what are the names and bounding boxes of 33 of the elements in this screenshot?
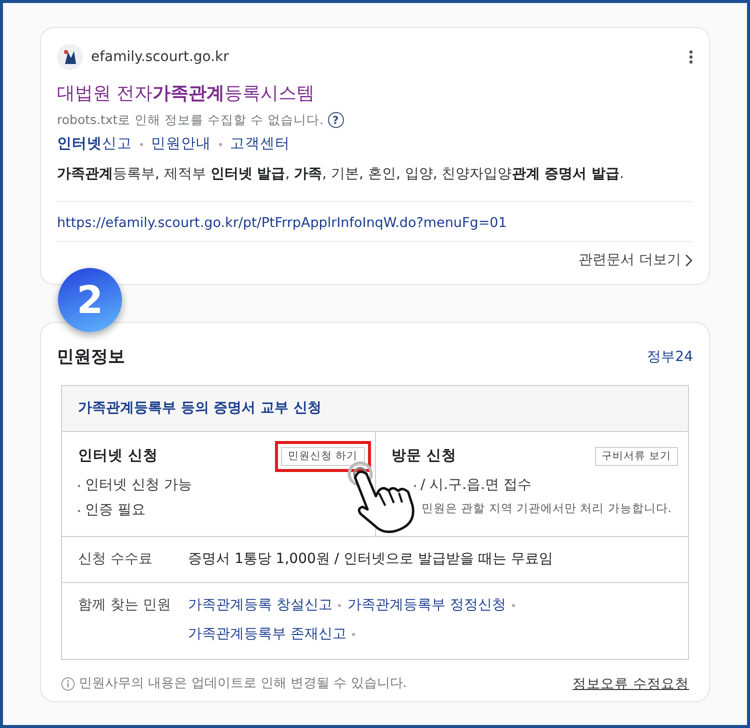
help-icon[interactable]: ? bbox=[328, 112, 344, 128]
fee-label: 신청 수수료 bbox=[78, 550, 154, 568]
method-title: 방문 신청 bbox=[392, 446, 457, 466]
section-title: 민원정보 bbox=[57, 346, 125, 369]
report-error-link[interactable]: 정보오류 수정요청 bbox=[572, 674, 689, 694]
method-detail: 인터넷 신청 가능 bbox=[85, 476, 192, 496]
result-snippet: 가족관계등록부, 제적부 인터넷 발급, 가족, 기본, 혼인, 입양, 친양자입양관계 증명서 발급. bbox=[57, 164, 625, 184]
related-link[interactable]: 가족관계등록 창설신고 bbox=[188, 594, 332, 616]
service-title: 가족관계등록부 등의 증명서 교부 신청 bbox=[62, 386, 688, 432]
method-detail: 인증 필요 bbox=[85, 501, 146, 520]
chevron-right-icon bbox=[685, 254, 693, 267]
related-link[interactable]: 가족관계등록부 존재신고 bbox=[188, 624, 346, 644]
more-documents-link[interactable]: 관련문서 더보기 bbox=[578, 250, 693, 271]
result-title-link[interactable]: 대법원 전자가족관계등록시스템 bbox=[57, 80, 315, 107]
sitelink[interactable]: 인터넷신고 bbox=[57, 134, 132, 156]
method-button[interactable]: 구비서류 보기 bbox=[594, 446, 678, 466]
sitelink[interactable]: 고객센터 bbox=[230, 134, 290, 156]
site-domain: efamily.scourt.go.kr bbox=[91, 48, 229, 66]
method-note: 민원은 관할 지역 기관에서만 처리 가능합니다. bbox=[422, 500, 672, 518]
more-options-icon[interactable] bbox=[689, 50, 693, 64]
sitelink[interactable]: 민원안내 bbox=[151, 134, 211, 156]
related-link[interactable]: 가족관계등록부 정정신청 bbox=[347, 594, 506, 616]
fee-value: 증명서 1통당 1,000원 / 인터넷으로 발급받을 때는 무료임 bbox=[188, 550, 553, 568]
result-url-link[interactable]: https://efamily.scourt.go.kr/pt/PtFrrpApplrInfoInqW.do?menuFg=01 bbox=[57, 212, 507, 233]
method-button[interactable]: 민원신청 하기 bbox=[281, 446, 364, 466]
related-label: 함께 찾는 민원 bbox=[78, 596, 172, 614]
method-detail: / 시.구.읍.면 접수 bbox=[420, 476, 532, 496]
footer-note: 민원사무의 내용은 업데이트로 인해 변경될 수 있습니다. bbox=[79, 674, 407, 693]
info-icon bbox=[61, 676, 75, 691]
site-logo-icon bbox=[57, 44, 83, 70]
robots-note: robots.txt로 인해 정보를 수집할 수 없습니다. bbox=[57, 111, 324, 129]
method-title: 인터넷 신청 bbox=[78, 446, 158, 466]
source-link[interactable]: 정부24 bbox=[647, 347, 693, 368]
